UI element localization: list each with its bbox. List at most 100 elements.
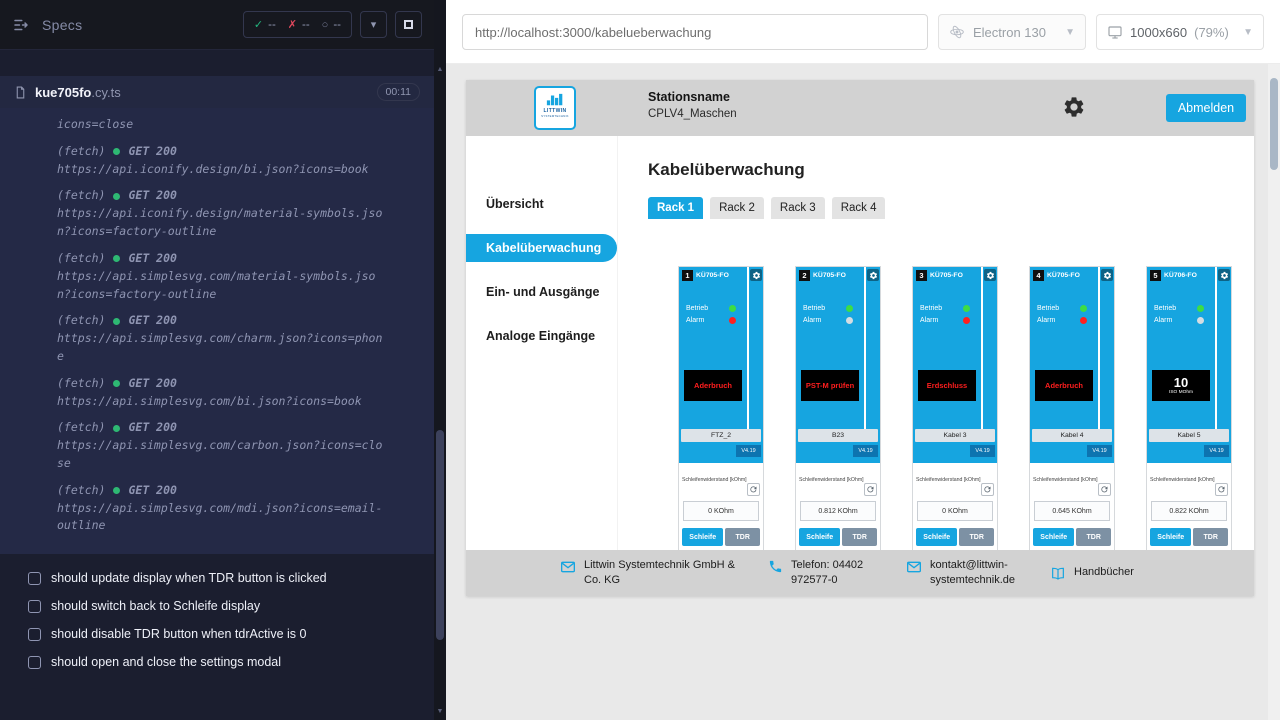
refresh-button[interactable] — [747, 483, 760, 496]
test-item[interactable]: should disable TDR button when tdrActive… — [28, 620, 434, 648]
refresh-button[interactable] — [1098, 483, 1111, 496]
card-settings-icon[interactable] — [867, 269, 879, 281]
preview-scrollbar-thumb[interactable] — [1270, 78, 1278, 170]
test-item[interactable]: should update display when TDR button is… — [28, 564, 434, 592]
measurement-label: Schleifenwiderstand [kOhm] — [916, 477, 981, 483]
test-state-icon — [28, 600, 41, 613]
cable-name: B23 — [798, 429, 878, 442]
refresh-icon — [1100, 485, 1109, 494]
alarm-led — [729, 317, 736, 324]
log-entry[interactable]: (fetch) GET 200 https://api.iconify.desi… — [57, 143, 418, 179]
viewport-selector[interactable]: 1000x660 (79%) ▼ — [1096, 14, 1264, 50]
browser-selector[interactable]: Electron 130 ▼ — [938, 14, 1086, 50]
betrieb-led — [729, 305, 736, 312]
betrieb-row: Betrieb — [803, 305, 853, 312]
log-entry[interactable]: (fetch) GET 200 https://api.iconify.desi… — [57, 187, 418, 240]
refresh-button[interactable] — [981, 483, 994, 496]
company-name: Littwin Systemtechnik GmbH & Co. KG — [584, 558, 742, 588]
log-status: GET 200 — [128, 375, 176, 393]
betrieb-label: Betrieb — [803, 305, 825, 312]
chevron-down-icon: ▾ — [371, 18, 377, 31]
refresh-button[interactable] — [1215, 483, 1228, 496]
measurement-value: 0 KOhm — [683, 501, 759, 521]
schleife-button[interactable]: Schleife — [1150, 528, 1191, 546]
panel-divider — [1215, 267, 1217, 429]
log-entry[interactable]: (fetch) GET 200 https://api.simplesvg.co… — [57, 250, 418, 303]
sidebar-item[interactable]: Analoge Eingänge — [466, 322, 617, 350]
scroll-down-icon[interactable]: ▼ — [434, 708, 446, 715]
phone-number: Telefon: 04402 972577-0 — [791, 558, 880, 588]
electron-icon — [949, 24, 965, 40]
sidebar-item[interactable]: Ein- und Ausgänge — [466, 278, 617, 306]
firmware-version: V4.19 — [853, 445, 878, 457]
screen: Specs ✓-- ✗-- ○-- ▾ kue705fo .cy.ts 00:1… — [0, 0, 1280, 720]
tdr-button[interactable]: TDR — [1193, 528, 1228, 546]
stop-run-button[interactable] — [395, 11, 422, 38]
reporter-scrollbar[interactable]: ▲ ▼ — [434, 0, 446, 720]
passed-check-icon: ✓ — [254, 18, 263, 31]
specs-title: Specs — [42, 17, 82, 33]
test-item[interactable]: should switch back to Schleife display — [28, 592, 434, 620]
log-fetch-label: (fetch) — [57, 419, 105, 437]
panel-divider — [1098, 267, 1100, 429]
scrollbar-thumb[interactable] — [436, 430, 444, 640]
refresh-button[interactable] — [864, 483, 877, 496]
device-cards: 1 KÜ705-FO Betrieb — [678, 266, 1254, 573]
specs-menu-icon[interactable] — [12, 15, 32, 35]
mode-buttons: Schleife TDR — [799, 528, 877, 546]
status-text: 10 — [1174, 376, 1188, 390]
rack-tab[interactable]: Rack 2 — [710, 197, 764, 219]
littwin-logo: LITTWIN SYSTEMTECHNIK — [534, 86, 576, 130]
spec-file-row[interactable]: kue705fo .cy.ts 00:11 — [0, 76, 434, 108]
sidebar-item[interactable]: Kabelüberwachung — [466, 234, 617, 262]
log-status: GET 200 — [128, 250, 176, 268]
tdr-button[interactable]: TDR — [725, 528, 760, 546]
log-entry[interactable]: (fetch) GET 200 https://api.simplesvg.co… — [57, 482, 418, 535]
card-settings-icon[interactable] — [750, 269, 762, 281]
log-entry[interactable]: (fetch) GET 200 https://api.simplesvg.co… — [57, 312, 418, 365]
schleife-button[interactable]: Schleife — [916, 528, 957, 546]
scroll-up-icon[interactable]: ▲ — [434, 66, 446, 73]
card-settings-icon[interactable] — [984, 269, 996, 281]
rack-tab[interactable]: Rack 3 — [771, 197, 825, 219]
spec-timer: 00:11 — [377, 83, 421, 101]
rack-tab[interactable]: Rack 4 — [832, 197, 886, 219]
cable-name: FTZ_2 — [681, 429, 761, 442]
schleife-button[interactable]: Schleife — [682, 528, 723, 546]
footer-manuals[interactable]: Handbücher — [1050, 565, 1134, 582]
viewport-zoom: (79%) — [1194, 25, 1229, 40]
log-entry[interactable]: (fetch) GET 200 https://api.simplesvg.co… — [57, 419, 418, 472]
schleife-button[interactable]: Schleife — [799, 528, 840, 546]
sidebar-item[interactable]: Übersicht — [466, 190, 617, 218]
tdr-button[interactable]: TDR — [1076, 528, 1111, 546]
device-card: 1 KÜ705-FO Betrieb — [678, 266, 764, 573]
log-fetch-label: (fetch) — [57, 187, 105, 205]
rack-tab[interactable]: Rack 1 — [648, 197, 703, 219]
url-input[interactable] — [462, 14, 928, 50]
preview-scrollbar[interactable] — [1268, 64, 1280, 720]
alarm-row: Alarm — [1037, 317, 1087, 324]
settings-gear-icon[interactable] — [1062, 95, 1086, 119]
collapse-all-button[interactable]: ▾ — [360, 11, 387, 38]
status-unit: ISO MOhm — [1169, 390, 1193, 395]
sidebar-item-label: Ein- und Ausgänge — [486, 285, 599, 299]
card-settings-icon[interactable] — [1218, 269, 1230, 281]
status-ok-dot-icon — [113, 193, 120, 200]
schleife-button[interactable]: Schleife — [1033, 528, 1074, 546]
logout-button[interactable]: Abmelden — [1166, 94, 1246, 122]
tdr-button[interactable]: TDR — [842, 528, 877, 546]
status-display: PST-M prüfen — [801, 370, 859, 401]
alarm-label: Alarm — [1154, 317, 1172, 324]
log-status: GET 200 — [128, 187, 176, 205]
card-model: KÜ705-FO — [696, 272, 729, 279]
log-entry[interactable]: (fetch) GET 200 https://api.simplesvg.co… — [57, 375, 418, 411]
test-item[interactable]: should open and close the settings modal — [28, 648, 434, 676]
status-display: Aderbruch — [684, 370, 742, 401]
tdr-button[interactable]: TDR — [959, 528, 994, 546]
card-settings-icon[interactable] — [1101, 269, 1113, 281]
status-ok-dot-icon — [113, 318, 120, 325]
log-entry-head: (fetch) GET 200 — [57, 187, 418, 205]
card-model: KÜ705-FO — [930, 272, 963, 279]
status-ok-dot-icon — [113, 380, 120, 387]
alarm-led — [963, 317, 970, 324]
